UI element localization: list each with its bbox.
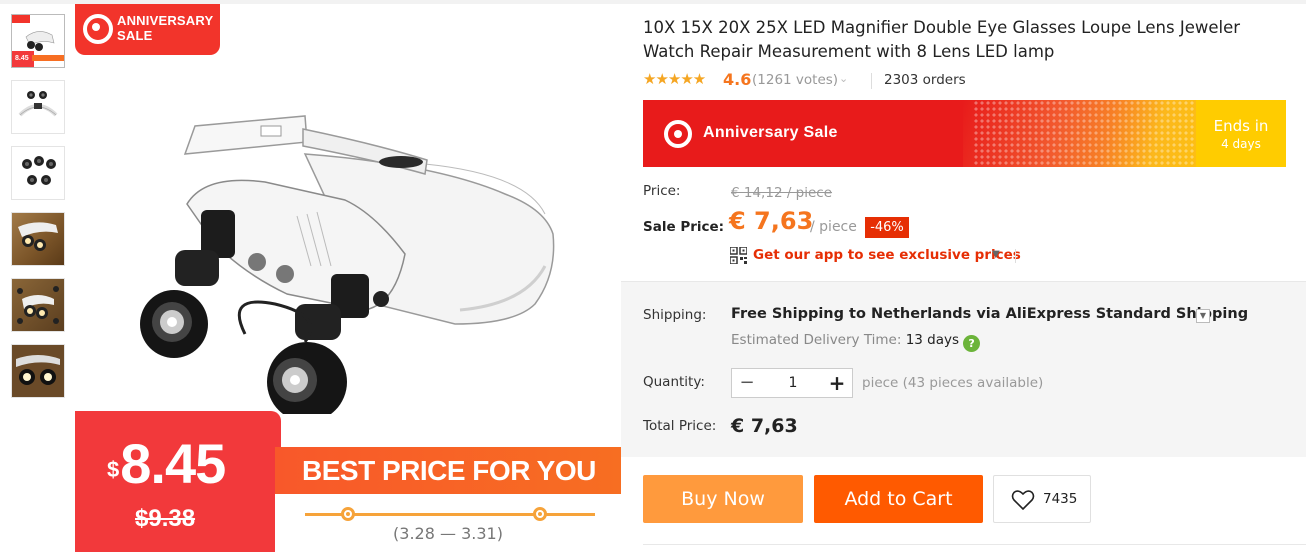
promo-currency: $: [107, 457, 119, 482]
original-price: € 14,12 / piece: [731, 185, 833, 201]
rating-row: ★★★★★ 4.6 (1261 votes) ⌄ 2303 orders: [643, 70, 1303, 90]
total-price-value: € 7,63: [731, 415, 798, 437]
promo-price-box: $8.45 $9.38: [75, 411, 281, 552]
discount-badge: -46%: [865, 217, 909, 238]
chevron-down-icon[interactable]: ⌄: [839, 72, 848, 85]
anniversary-sale-banner: Anniversary Sale Ends in 4 days: [643, 100, 1286, 167]
banner-label: Anniversary Sale: [703, 124, 838, 141]
shipping-label: Shipping:: [643, 307, 707, 323]
ends-in-label: Ends in: [1213, 117, 1269, 135]
price-label: Price:: [643, 183, 681, 199]
thumbnail-5[interactable]: [11, 278, 65, 332]
thumbnail-image: [18, 91, 58, 117]
orders-count: 2303 orders: [884, 72, 966, 88]
thumbnail-1[interactable]: 8.45: [11, 14, 65, 68]
countdown-box: Ends in 4 days: [1196, 100, 1286, 167]
wishlist-count: 7435: [1043, 491, 1078, 507]
quantity-input[interactable]: 1: [762, 369, 824, 397]
badge-line-1: ANNIVERSARY: [117, 13, 214, 28]
thumbnail-2[interactable]: [11, 80, 65, 134]
rating-value: 4.6: [723, 70, 752, 89]
wishlist-button[interactable]: 7435: [993, 475, 1091, 523]
star-rating-icon: ★★★★★: [643, 70, 706, 88]
thumbnail-3[interactable]: [11, 146, 65, 200]
thumbnail-6[interactable]: [11, 344, 65, 398]
heart-icon: [1011, 490, 1035, 510]
aliexpress-logo-icon: [83, 14, 113, 44]
aliexpress-logo-icon: [664, 120, 692, 148]
thumbnail-4[interactable]: [11, 212, 65, 266]
anniversary-sale-badge: ANNIVERSARY SALE: [75, 4, 220, 55]
shipping-dropdown-icon[interactable]: ▼: [1196, 309, 1210, 323]
main-product-image[interactable]: ANNIVERSARY SALE $8.45 $9.38 BEST PRICE …: [75, 4, 621, 552]
per-unit: / piece: [810, 219, 857, 235]
promo-old-price: $9.38: [135, 505, 196, 532]
divider: [1015, 249, 1016, 263]
decrement-button[interactable]: −: [732, 369, 762, 397]
promo-overlay: $8.45 $9.38 BEST PRICE FOR YOU (3.28 — 3…: [75, 411, 621, 552]
banner-dot-pattern: [973, 100, 1203, 167]
delivery-estimate: Estimated Delivery Time: 13 days?: [731, 332, 981, 352]
promo-slogan: BEST PRICE FOR YOU: [275, 447, 621, 494]
promo-dates: (3.28 — 3.31): [393, 524, 503, 543]
magnifier-glasses-image: [140, 115, 555, 414]
timeline-end-dot: [533, 507, 547, 521]
thumbnail-image: [17, 286, 59, 324]
thumbnail-image: [18, 222, 58, 251]
timeline-start-dot: [341, 507, 355, 521]
section-divider: [643, 544, 1306, 545]
purchase-options-panel: Shipping: Free Shipping to Netherlands v…: [621, 281, 1306, 457]
caret-down-icon[interactable]: ▼: [992, 249, 1000, 260]
badge-line-2: SALE: [117, 28, 153, 43]
buy-now-button[interactable]: Buy Now: [643, 475, 803, 523]
thumbnail-image: [22, 156, 56, 185]
increment-button[interactable]: +: [822, 369, 852, 397]
quantity-availability: piece (43 pieces available): [862, 375, 1044, 391]
app-exclusive-link[interactable]: Get our app to see exclusive prices: [753, 247, 1021, 263]
add-to-cart-button[interactable]: Add to Cart: [814, 475, 983, 523]
thumbnail-image: [12, 345, 64, 397]
quantity-label: Quantity:: [643, 374, 705, 390]
promo-slogan-box: BEST PRICE FOR YOU (3.28 — 3.31): [275, 447, 621, 552]
ends-in-value: 4 days: [1221, 137, 1261, 151]
sale-price-label: Sale Price:: [643, 219, 725, 235]
help-question-icon[interactable]: ?: [963, 335, 981, 352]
shipping-method[interactable]: Free Shipping to Netherlands via AliExpr…: [731, 306, 1248, 322]
quantity-stepper: − 1 +: [731, 368, 853, 398]
qr-code-icon: [730, 247, 747, 264]
estimate-value: 13 days: [905, 332, 960, 348]
thumbnail-mini-price: 8.45: [15, 55, 29, 62]
estimate-label: Estimated Delivery Time:: [731, 332, 902, 348]
divider: [871, 73, 872, 89]
thumbnail-image: 8.45: [12, 15, 64, 67]
thumbnail-list: 8.45: [11, 14, 65, 410]
promo-price: $8.45: [107, 431, 226, 496]
votes-link[interactable]: (1261 votes): [752, 72, 838, 88]
sale-price-value: € 7,63: [729, 207, 814, 235]
promo-price-value: 8.45: [120, 432, 226, 495]
total-price-label: Total Price:: [643, 418, 717, 434]
product-title: 10X 15X 20X 25X LED Magnifier Double Eye…: [643, 18, 1241, 61]
